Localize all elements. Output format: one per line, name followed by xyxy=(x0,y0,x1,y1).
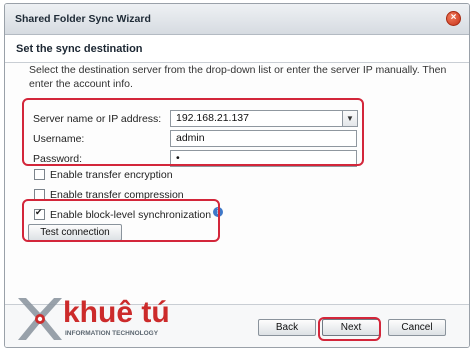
block-sync-option[interactable]: Enable block-level synchronizationi xyxy=(34,207,224,223)
password-row: Password: • xyxy=(33,150,363,169)
cancel-button[interactable]: Cancel xyxy=(388,319,446,336)
wizard-header: Set the sync destination xyxy=(5,35,469,63)
username-row: Username: admin xyxy=(33,130,363,149)
brand-name: khuê tú xyxy=(63,296,170,329)
compression-checkbox[interactable] xyxy=(34,188,45,200)
description-text: Select the destination server from the d… xyxy=(29,64,447,90)
compression-option[interactable]: Enable transfer compression xyxy=(34,188,184,203)
server-row: Server name or IP address: 192.168.21.13… xyxy=(33,110,363,129)
encryption-checkbox[interactable] xyxy=(34,168,45,180)
section-title: Set the sync destination xyxy=(16,43,143,55)
brand-logo-icon xyxy=(18,298,62,340)
block-sync-label: Enable block-level synchronization xyxy=(50,209,212,222)
username-value: admin xyxy=(176,132,205,144)
server-value: 192.168.21.137 xyxy=(176,112,249,124)
password-label: Password: xyxy=(33,153,83,165)
brand-watermark: khuê tú INFORMATION TECHNOLOGY xyxy=(16,294,186,348)
encryption-option[interactable]: Enable transfer encryption xyxy=(34,168,173,183)
server-label: Server name or IP address: xyxy=(33,113,162,125)
block-sync-checkbox[interactable] xyxy=(34,207,45,220)
password-field[interactable]: • xyxy=(170,150,357,167)
close-icon[interactable]: × xyxy=(446,11,461,26)
encryption-label: Enable transfer encryption xyxy=(50,169,173,182)
username-label: Username: xyxy=(33,133,85,145)
username-field[interactable]: admin xyxy=(170,130,357,147)
chevron-down-icon[interactable]: ▼ xyxy=(342,111,357,126)
window-title: Shared Folder Sync Wizard xyxy=(15,13,151,25)
test-connection-button[interactable]: Test connection xyxy=(28,224,122,241)
next-button[interactable]: Next xyxy=(322,319,380,336)
info-icon[interactable]: i xyxy=(213,207,224,218)
server-combobox[interactable]: 192.168.21.137 ▼ xyxy=(170,110,358,127)
back-button[interactable]: Back xyxy=(258,319,316,336)
brand-tagline: INFORMATION TECHNOLOGY xyxy=(65,330,159,337)
password-value: • xyxy=(176,152,180,164)
title-bar: Shared Folder Sync Wizard × xyxy=(5,4,469,35)
compression-label: Enable transfer compression xyxy=(50,189,184,202)
